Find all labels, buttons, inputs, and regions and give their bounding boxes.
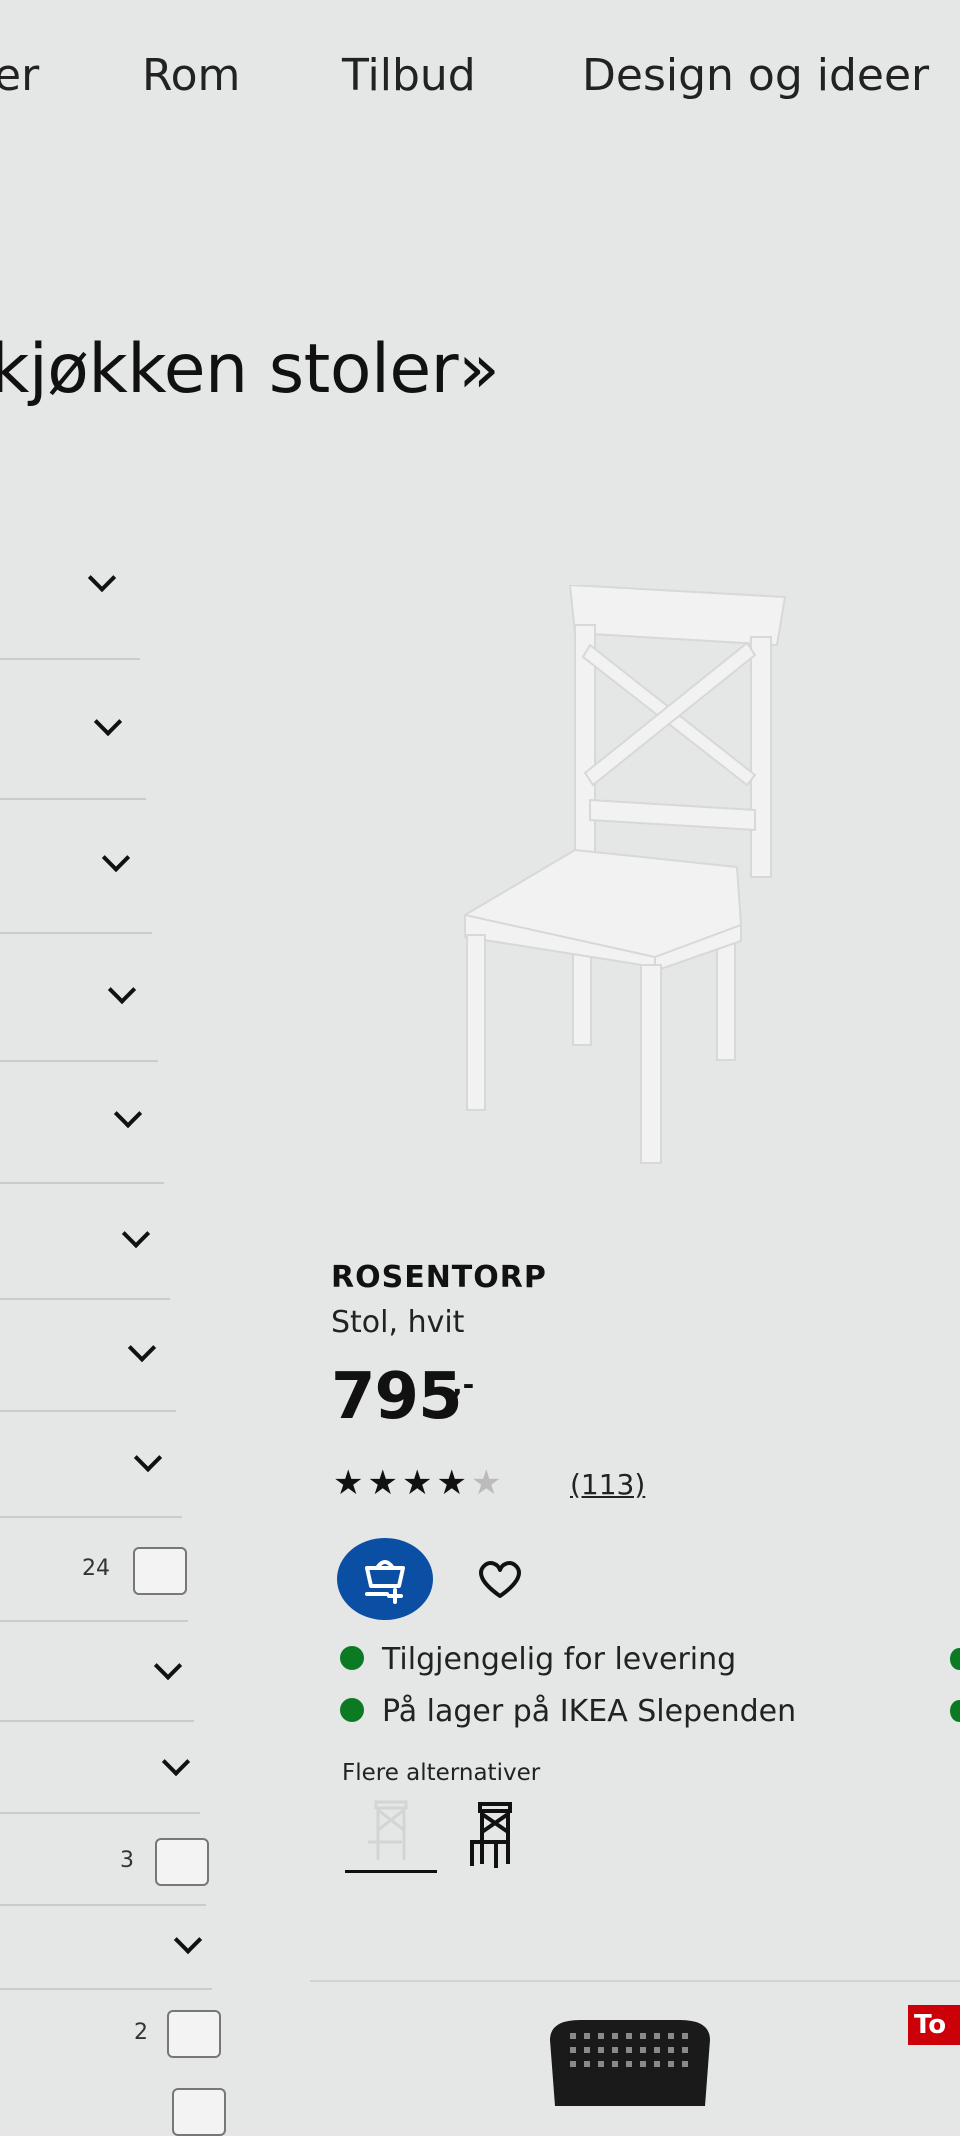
product-name[interactable]: ROSENTORP <box>331 1260 547 1295</box>
availability-delivery: Tilgjengelig for levering <box>340 1642 736 1677</box>
next-product-image[interactable] <box>540 2015 720 2106</box>
section-divider <box>310 1980 960 1982</box>
filter-divider <box>0 932 152 934</box>
nav-item-design-og-ideer[interactable]: Design og ideer <box>582 50 929 101</box>
price-suffix: ,- <box>452 1368 475 1401</box>
filter-count: 3 <box>120 1848 134 1873</box>
availability-store: På lager på IKEA Slependen <box>340 1694 796 1729</box>
filter-divider <box>0 1988 212 1990</box>
more-options-label: Flere alternativer <box>342 1760 541 1786</box>
status-dot-icon <box>950 1700 960 1722</box>
filter-divider <box>0 798 146 800</box>
product-price: 795 <box>331 1360 463 1434</box>
nav-item-rom[interactable]: Rom <box>142 50 240 101</box>
availability-text: På lager på IKEA Slependen <box>382 1694 797 1729</box>
nav-item-truncated[interactable]: er <box>0 50 39 101</box>
chevron-down-icon[interactable] <box>87 563 117 593</box>
filter-count: 24 <box>82 1556 110 1581</box>
product-image-chair[interactable] <box>455 585 795 1165</box>
top-navigation: er Rom Tilbud Design og ideer <box>0 50 960 120</box>
review-count-link[interactable]: (113) <box>570 1468 645 1501</box>
filter-divider <box>0 1904 206 1906</box>
chevron-down-icon[interactable] <box>153 1651 183 1681</box>
filter-divider <box>0 1516 182 1518</box>
chevron-down-icon[interactable] <box>127 1333 157 1363</box>
filter-checkbox[interactable] <box>133 1547 187 1595</box>
filter-checkbox[interactable] <box>167 2010 221 2058</box>
chevron-down-icon[interactable] <box>101 843 131 873</box>
status-dot-icon <box>340 1645 364 1670</box>
star-icon: ★ <box>401 1463 433 1503</box>
filter-divider <box>0 1812 200 1814</box>
variant-thumbnail-black[interactable] <box>466 1800 522 1870</box>
filter-divider <box>0 1410 176 1412</box>
chevron-down-icon[interactable] <box>113 1099 143 1129</box>
promo-badge: To <box>908 2005 960 2045</box>
page-title: kjøkken stoler» <box>0 330 500 409</box>
cart-add-icon <box>365 1560 405 1604</box>
filter-checkbox[interactable] <box>172 2088 226 2136</box>
heart-icon <box>479 1561 521 1598</box>
variant-thumbnail-white[interactable] <box>362 1800 418 1864</box>
rating-stars[interactable]: ★ ★ ★ ★ ★ <box>333 1466 501 1500</box>
chevron-down-icon[interactable] <box>121 1219 151 1249</box>
star-icon: ★ <box>436 1463 467 1503</box>
filter-divider <box>0 1720 194 1722</box>
status-dot-icon <box>340 1697 364 1722</box>
filter-divider <box>0 1060 158 1062</box>
add-to-cart-button[interactable] <box>337 1538 433 1620</box>
selected-variant-indicator <box>345 1870 437 1873</box>
chevron-down-icon[interactable] <box>93 707 123 737</box>
product-description: Stol, hvit <box>331 1305 465 1340</box>
filter-count: 2 <box>134 2020 148 2045</box>
filter-divider <box>0 1298 170 1300</box>
chevron-down-icon[interactable] <box>161 1747 191 1777</box>
filter-checkbox[interactable] <box>155 1838 209 1886</box>
star-icon: ★ <box>333 1463 364 1503</box>
filter-divider <box>0 1620 188 1622</box>
availability-text: Tilgjengelig for levering <box>382 1642 737 1677</box>
half-star-icon: ★ <box>470 1463 502 1503</box>
chevron-down-icon[interactable] <box>173 1925 203 1955</box>
filter-divider <box>0 1182 164 1184</box>
nav-item-tilbud[interactable]: Tilbud <box>342 50 476 101</box>
status-dot-icon <box>950 1648 960 1670</box>
chevron-down-icon[interactable] <box>107 975 137 1005</box>
filter-divider <box>0 658 140 660</box>
favorite-button[interactable] <box>470 1556 530 1602</box>
star-icon: ★ <box>367 1463 398 1503</box>
chevron-down-icon[interactable] <box>133 1443 163 1473</box>
